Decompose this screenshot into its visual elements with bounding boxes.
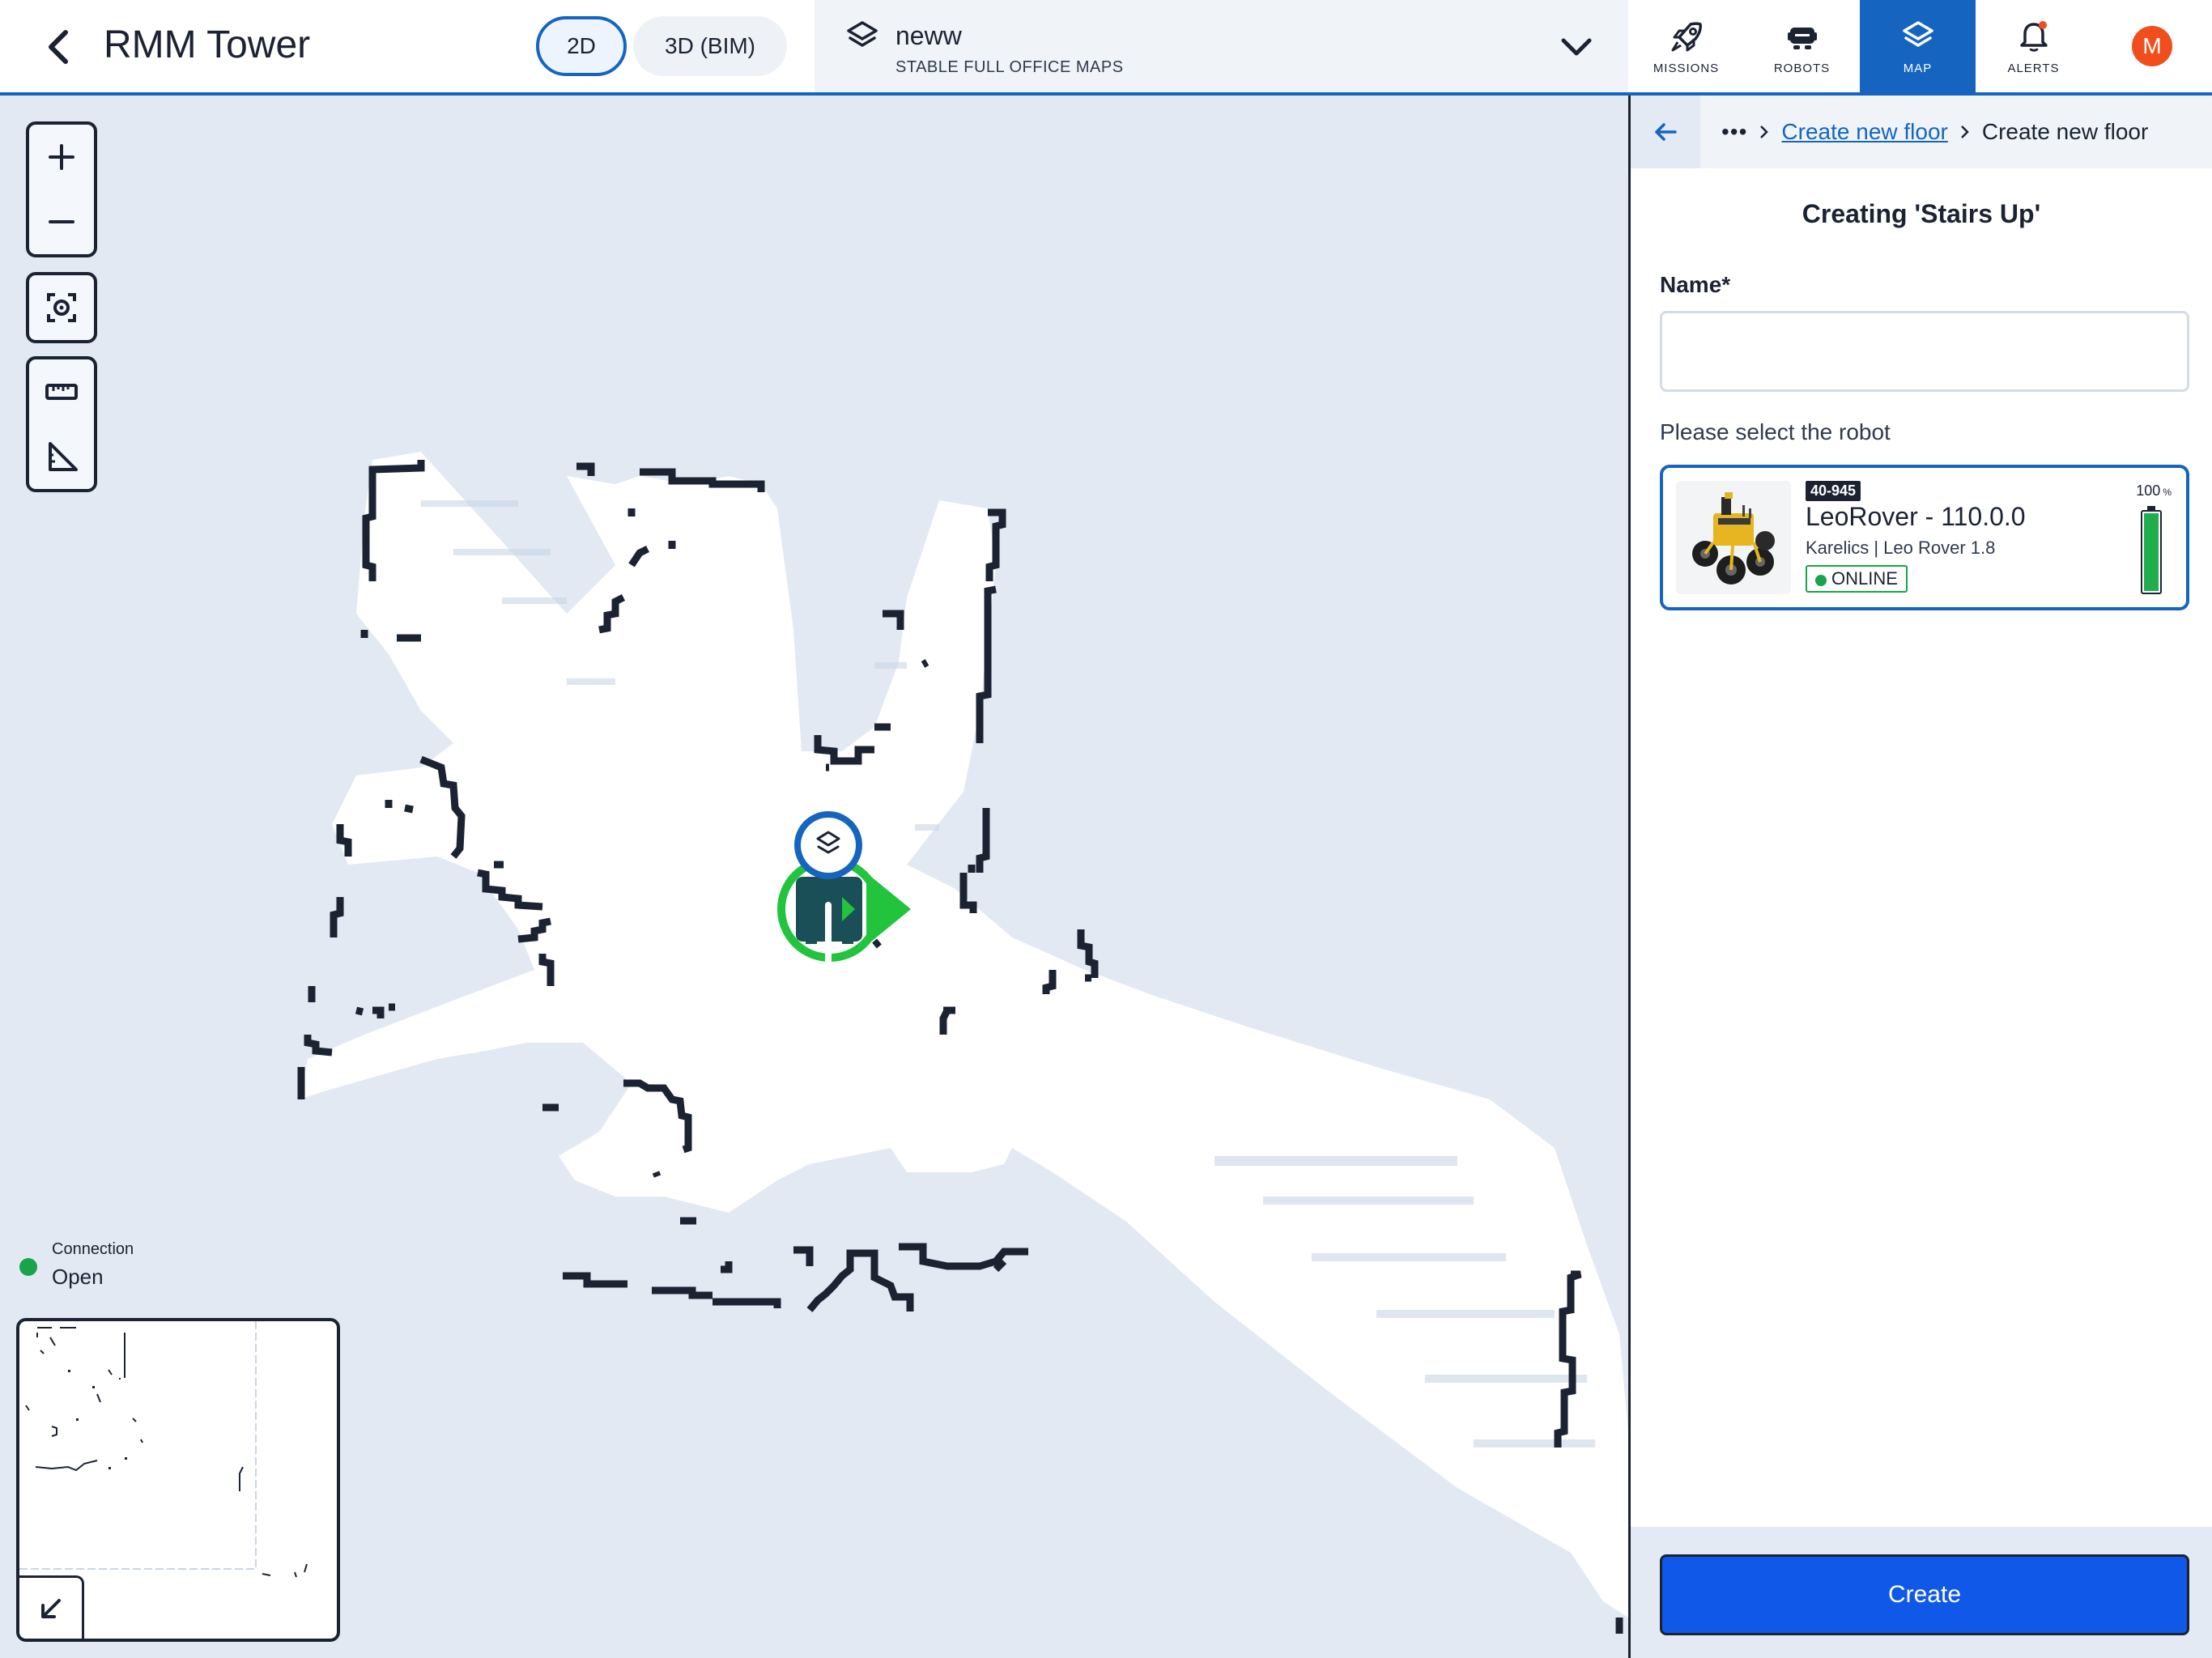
robot-icon [1787,27,1817,49]
zoom-out-button[interactable] [29,189,94,254]
name-label: Name* [1660,272,1731,297]
connection-label: Connection [52,1240,134,1258]
chevron-left-icon [49,30,68,64]
floor-name-input[interactable] [1660,311,2189,392]
battery-unit: % [2163,487,2172,498]
nav-alerts-label: ALERTS [2007,61,2060,75]
robot-thumbnail [1676,481,1791,594]
map-canvas[interactable]: Connection Open [0,96,1628,1658]
set-square-icon [49,442,78,471]
layers-icon [1902,20,1933,47]
bell-icon [2019,20,2048,52]
zoom-controls [26,121,97,257]
robot-id-badge: 40-945 [1806,481,1861,501]
back-button[interactable] [40,24,76,70]
map-subtitle: STABLE FULL OFFICE MAPS [895,58,1124,76]
rocket-icon [1671,21,1702,51]
ruler-button[interactable] [29,359,94,424]
side-panel: ••• Create new floor Create new floor Cr… [1628,96,2212,1658]
battery-value: 100 [2136,483,2161,499]
avatar: M [2132,26,2172,66]
view-3d-button[interactable]: 3D (BIM) [633,16,787,76]
panel-back-button[interactable] [1631,96,1700,168]
robot-card[interactable]: 40-945 LeoRover - 110.0.0 Karelics | Leo… [1660,465,2189,610]
chevron-right-icon [1960,125,1969,138]
breadcrumb-link-create-floor[interactable]: Create new floor [1781,119,1947,145]
minus-icon [49,220,74,223]
angle-button[interactable] [29,424,94,489]
layers-icon [847,21,878,47]
free-space [300,452,1628,1618]
breadcrumb-current: Create new floor [1981,119,2149,144]
status-badge: ONLINE [1806,565,1908,593]
battery-icon [2141,506,2162,594]
measure-tools [26,356,97,492]
zoom-in-button[interactable] [29,125,94,189]
breadcrumb: ••• Create new floor Create new floor [1631,96,2212,168]
panel-title: Creating 'Stairs Up' [1802,199,2041,228]
create-button[interactable]: Create [1660,1554,2189,1635]
robot-name: LeoRover - 110.0.0 [1806,502,2026,531]
minimap[interactable] [16,1318,340,1642]
chevron-right-icon [1760,125,1769,138]
battery-percentage: 100% [2136,483,2172,500]
ruler-icon [45,384,78,400]
nav-robots-label: ROBOTS [1773,61,1831,75]
nav-robots[interactable]: ROBOTS [1744,0,1860,92]
breadcrumb-more[interactable]: ••• [1721,119,1747,145]
page-title: RMM Tower [104,23,311,66]
nav-missions-label: MISSIONS [1653,61,1720,75]
focus-icon [47,293,76,322]
recenter-control [26,272,97,343]
top-bar: RMM Tower 2D 3D (BIM) neww STABLE FULL O… [0,0,2212,96]
chevron-down-icon [1561,38,1592,56]
minimap-collapse-button[interactable] [19,1575,84,1639]
nav-alerts[interactable]: ALERTS [1976,0,2091,92]
recenter-button[interactable] [29,275,94,340]
robot-select-label: Please select the robot [1660,419,1891,444]
map-name: neww [895,21,962,50]
main-nav: MISSIONS ROBOTS MAP ALERTS M [1628,0,2212,92]
plus-icon [49,144,74,170]
nav-map-label: MAP [1903,61,1933,75]
map-selector-dropdown[interactable]: neww STABLE FULL OFFICE MAPS [815,0,1628,92]
nav-map[interactable]: MAP [1860,0,1976,92]
battery-fill [2144,513,2159,591]
view-2d-button[interactable]: 2D [536,16,627,76]
nav-missions[interactable]: MISSIONS [1628,0,1744,92]
panel-footer: Create [1631,1527,2212,1658]
connection-dot [19,1258,37,1276]
robot-subtitle: Karelics | Leo Rover 1.8 [1806,538,1996,558]
view-mode-toggle: 2D 3D (BIM) [536,16,787,76]
arrow-left-icon [1655,123,1677,141]
user-menu[interactable]: M [2091,0,2212,92]
connection-value: Open [52,1265,104,1289]
arrow-down-left-icon [40,1598,61,1618]
